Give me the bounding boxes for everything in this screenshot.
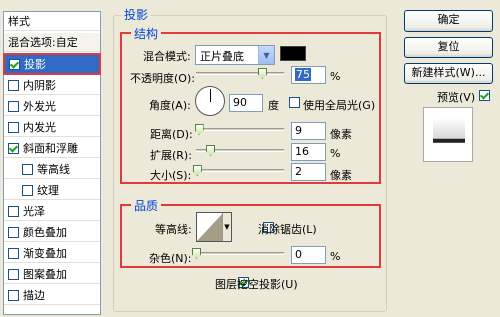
- item-label: 斜面和浮雕: [23, 142, 78, 155]
- spread-field[interactable]: 16: [291, 143, 326, 161]
- structure-title: 结构: [131, 25, 162, 42]
- item-label: 混合选项:自定: [8, 36, 78, 49]
- noise-value: 0: [295, 248, 302, 261]
- global-light-label: 使用全局光(G): [303, 99, 376, 112]
- noise-label: 杂色(N):: [149, 252, 192, 265]
- quality-title: 品质: [131, 197, 162, 214]
- angle-needle: [210, 89, 211, 102]
- preview-label: 预览(V): [437, 91, 476, 104]
- size-value: 2: [295, 165, 302, 178]
- style-item-stroke[interactable]: 描边: [4, 286, 100, 305]
- item-label: 投影: [24, 58, 46, 71]
- checkbox-satin[interactable]: [8, 205, 19, 217]
- angle-unit: 度: [268, 99, 279, 112]
- item-label: 内阴影: [23, 79, 56, 92]
- shadow-color-swatch[interactable]: [280, 46, 306, 61]
- noise-field[interactable]: 0: [291, 246, 326, 264]
- style-item-inner-shadow[interactable]: 内阴影: [4, 76, 100, 95]
- blend-mode-value: 正片叠底: [200, 50, 244, 63]
- opacity-slider[interactable]: [196, 72, 284, 75]
- checkbox-gradient-overlay[interactable]: [8, 247, 19, 259]
- style-item-outer-glow[interactable]: 外发光: [4, 97, 100, 116]
- checkbox-pattern-overlay[interactable]: [8, 268, 19, 280]
- preview-swatch: [433, 118, 465, 152]
- checkbox-texture[interactable]: [22, 184, 33, 196]
- style-item-texture[interactable]: 纹理: [4, 181, 100, 200]
- angle-dial[interactable]: [195, 86, 225, 116]
- checkbox-drop-shadow[interactable]: [9, 58, 20, 70]
- global-light-checkbox[interactable]: [289, 97, 300, 108]
- item-label: 描边: [23, 289, 45, 302]
- anti-alias-label: 消除锯齿(L): [258, 223, 317, 236]
- new-style-button[interactable]: 新建样式(W)...: [404, 63, 493, 84]
- item-label: 光泽: [23, 205, 45, 218]
- preview-thumbnail: [423, 107, 473, 162]
- style-item-pattern-overlay[interactable]: 图案叠加: [4, 265, 100, 284]
- distance-slider[interactable]: [196, 128, 284, 131]
- distance-value: 9: [295, 124, 302, 137]
- item-label: 纹理: [37, 184, 59, 197]
- checkbox-contour[interactable]: [22, 163, 33, 175]
- styles-header: 样式: [4, 12, 100, 31]
- checkbox-outer-glow[interactable]: [8, 100, 19, 112]
- knockout-label: 图层挖空投影(U): [215, 278, 298, 291]
- contour-preview-icon: [197, 213, 223, 241]
- noise-unit: %: [330, 250, 341, 263]
- blend-mode-label: 混合模式:: [143, 50, 191, 63]
- item-label: 内发光: [23, 121, 56, 134]
- distance-unit: 像素: [330, 128, 352, 141]
- style-item-contour[interactable]: 等高线: [4, 160, 100, 179]
- styles-list: 样式 混合选项:自定 投影 内阴影 外发光 内发光 斜面和浮雕 等高线 纹理 光…: [3, 11, 101, 315]
- blend-mode-select[interactable]: 正片叠底 ▼: [195, 45, 275, 65]
- style-item-satin[interactable]: 光泽: [4, 202, 100, 221]
- contour-picker[interactable]: ▼: [196, 212, 232, 242]
- section-title: 投影: [121, 6, 152, 23]
- size-unit: 像素: [330, 169, 352, 182]
- checkbox-stroke[interactable]: [8, 289, 19, 301]
- style-item-color-overlay[interactable]: 颜色叠加: [4, 223, 100, 242]
- item-label: 等高线: [37, 163, 70, 176]
- angle-field[interactable]: 90: [229, 94, 263, 112]
- chevron-down-icon: ▼: [222, 213, 231, 241]
- spread-unit: %: [330, 147, 341, 160]
- item-label: 外发光: [23, 100, 56, 113]
- noise-slider[interactable]: [196, 252, 284, 255]
- item-label: 渐变叠加: [23, 247, 67, 260]
- chevron-down-icon: ▼: [258, 46, 274, 64]
- ok-button[interactable]: 确定: [404, 10, 493, 32]
- preview-checkbox[interactable]: [478, 90, 490, 101]
- spread-value: 16: [295, 145, 309, 158]
- reset-button[interactable]: 复位: [404, 37, 493, 58]
- item-label: 图案叠加: [23, 268, 67, 281]
- spread-label: 扩展(R):: [150, 149, 192, 162]
- size-slider[interactable]: [196, 169, 284, 172]
- style-item-inner-glow[interactable]: 内发光: [4, 118, 100, 137]
- size-field[interactable]: 2: [291, 163, 326, 181]
- style-item-drop-shadow[interactable]: 投影: [3, 53, 101, 75]
- size-label: 大小(S):: [150, 169, 192, 182]
- checkbox-bevel-emboss[interactable]: [8, 142, 19, 154]
- checkbox-color-overlay[interactable]: [8, 226, 19, 238]
- distance-field[interactable]: 9: [291, 122, 326, 140]
- styles-title: 样式: [8, 15, 30, 28]
- checkbox-inner-shadow[interactable]: [8, 79, 19, 91]
- opacity-value: 75: [295, 68, 311, 81]
- checkbox-inner-glow[interactable]: [8, 121, 19, 133]
- item-label: 颜色叠加: [23, 226, 67, 239]
- opacity-field[interactable]: 75: [291, 66, 326, 84]
- angle-value: 90: [233, 96, 247, 109]
- blending-options-item[interactable]: 混合选项:自定: [4, 33, 100, 52]
- angle-label: 角度(A):: [149, 99, 191, 112]
- distance-label: 距离(D):: [150, 128, 193, 141]
- style-item-bevel-emboss[interactable]: 斜面和浮雕: [4, 139, 100, 158]
- opacity-label: 不透明度(O):: [130, 72, 195, 85]
- contour-label: 等高线:: [155, 223, 192, 236]
- style-item-gradient-overlay[interactable]: 渐变叠加: [4, 244, 100, 263]
- opacity-unit: %: [330, 70, 341, 83]
